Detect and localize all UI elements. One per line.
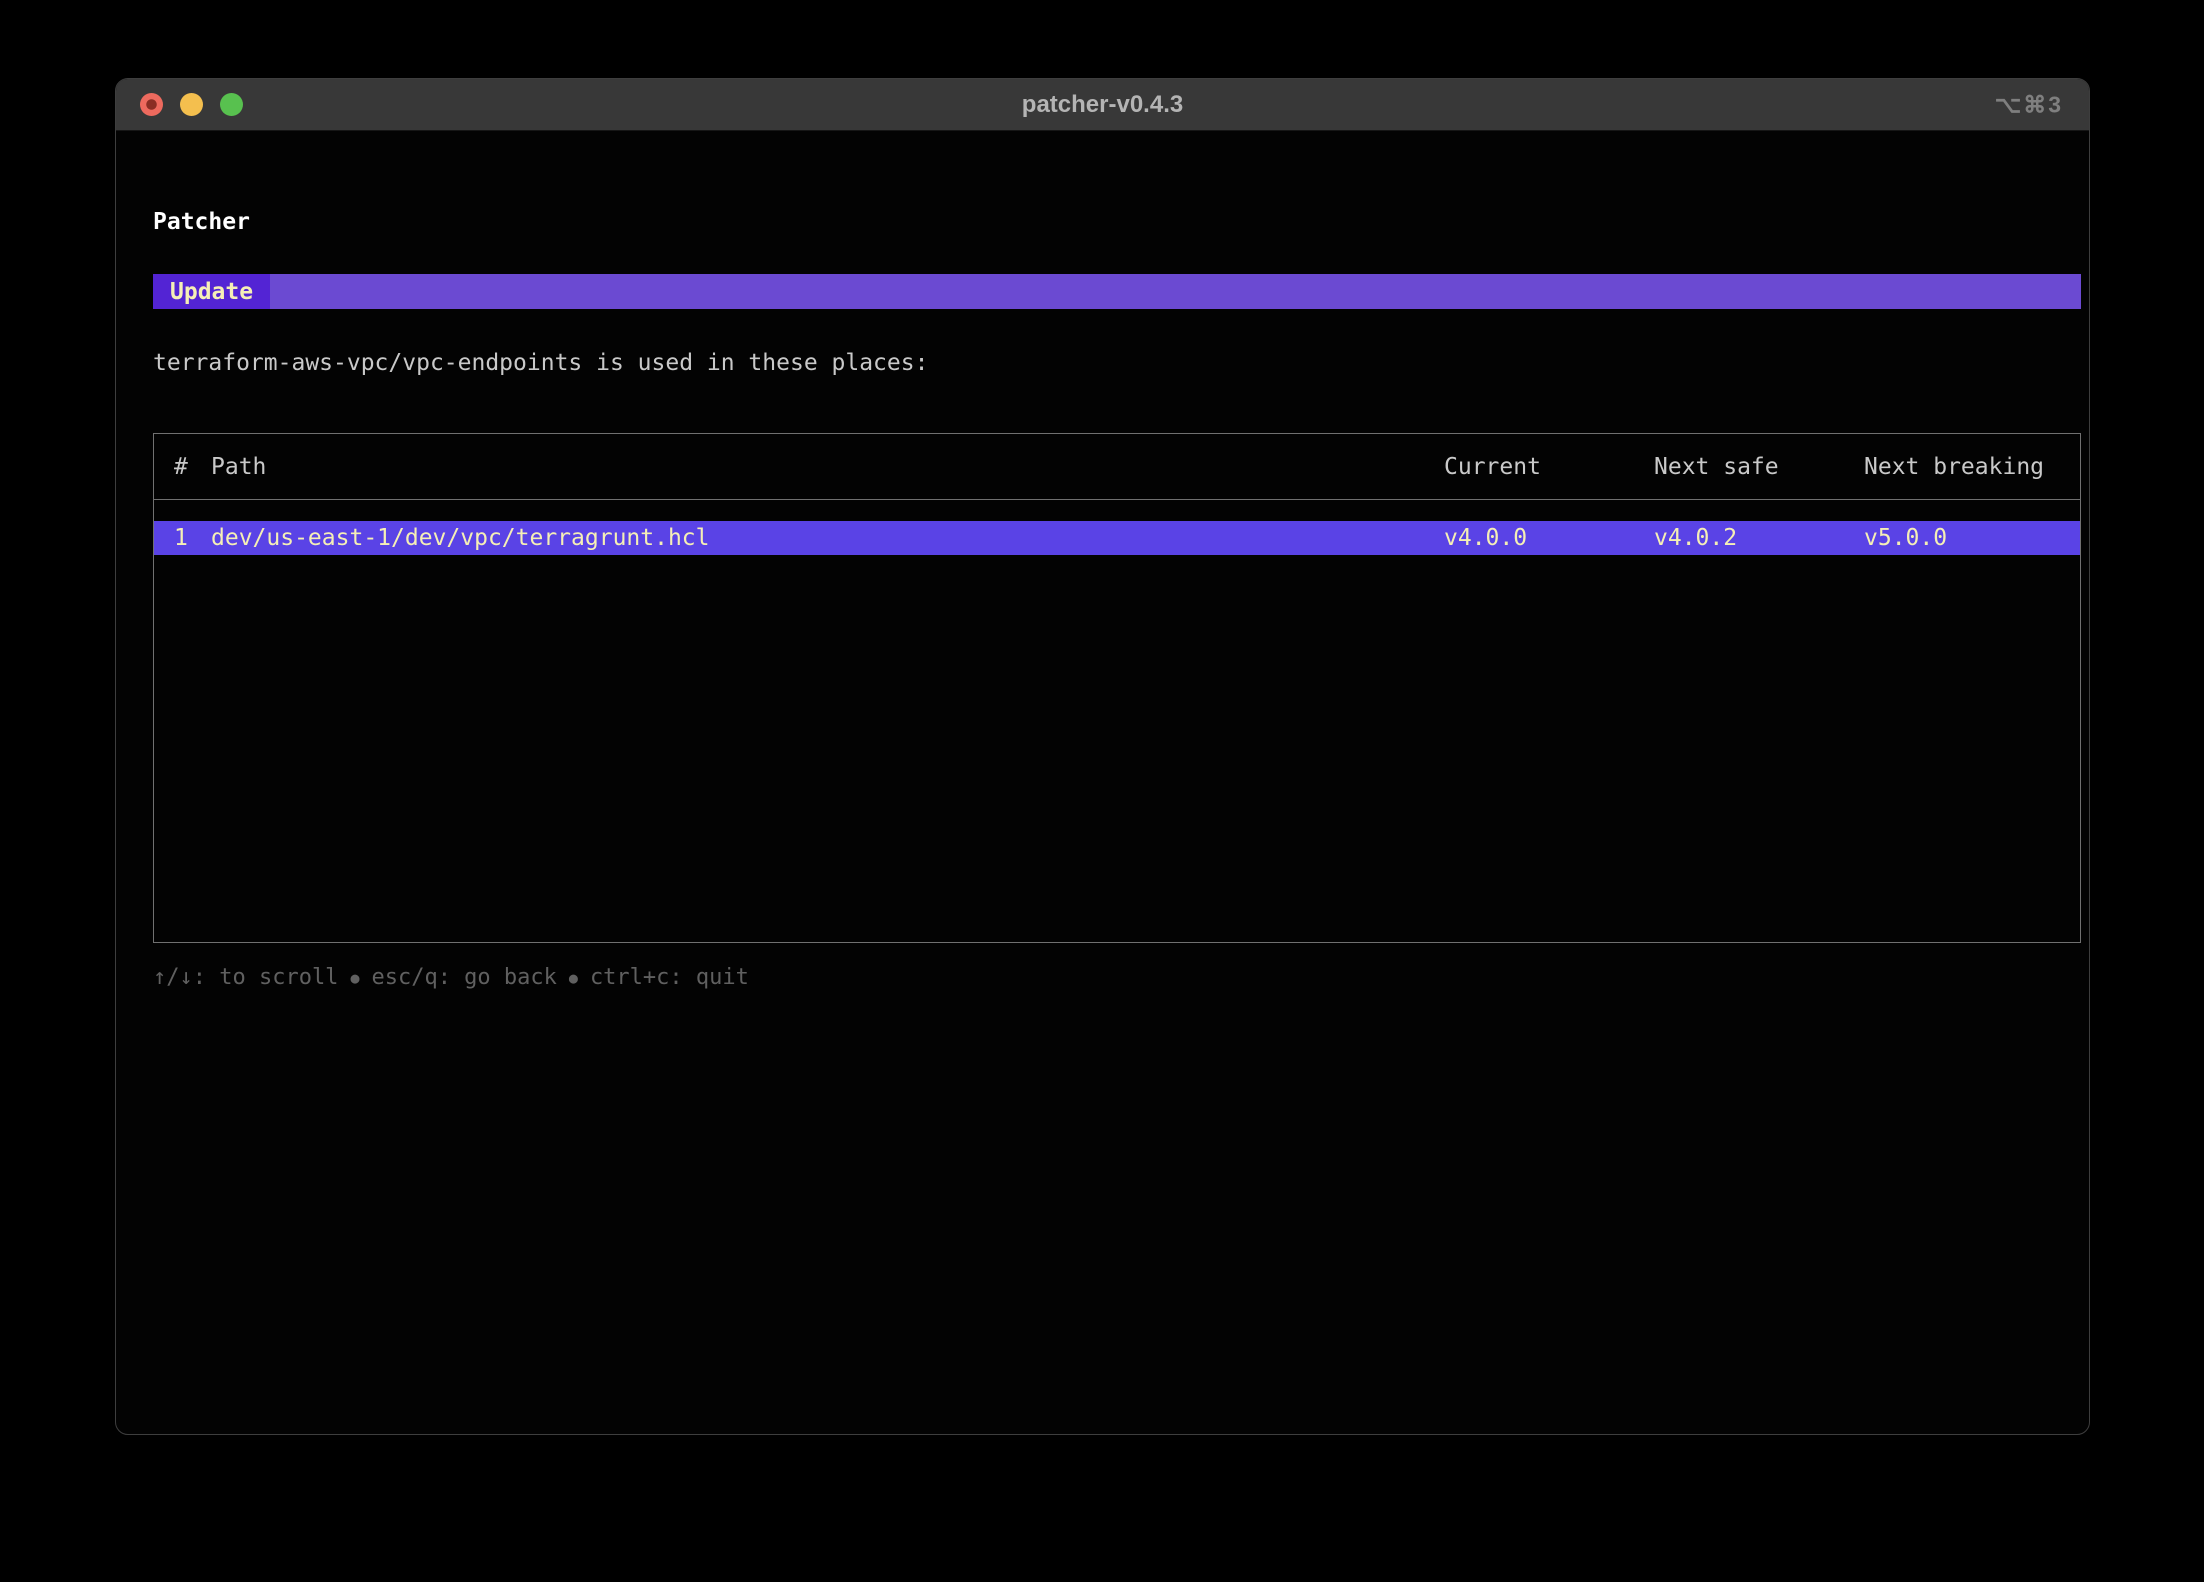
column-header-next_breaking: Next breaking bbox=[1864, 454, 2080, 480]
title-bar[interactable]: patcher-v0.4.3 ⌥⌘3 bbox=[116, 79, 2089, 131]
footer-hints: ↑/↓: to scroll ● esc/q: go back ● ctrl+c: qu… bbox=[153, 965, 2081, 990]
cell-current: v4.0.0 bbox=[1444, 525, 1654, 551]
table-row[interactable]: 1dev/us-east-1/dev/vpc/terragrunt.hclv4.… bbox=[154, 521, 2080, 555]
dot-separator: ● bbox=[350, 969, 359, 987]
usage-table: #PathCurrentNext safeNext breaking 1dev/… bbox=[153, 433, 2081, 943]
usage-intro-text: terraform-aws-vpc/vpc-endpoints is used … bbox=[153, 350, 2081, 376]
minimize-button[interactable] bbox=[180, 93, 203, 116]
footer-hint: ctrl+c: quit bbox=[590, 965, 749, 990]
app-heading: Patcher bbox=[153, 209, 2081, 235]
cell-next_safe: v4.0.2 bbox=[1654, 525, 1864, 551]
column-header-next_safe: Next safe bbox=[1654, 454, 1864, 480]
zoom-button[interactable] bbox=[220, 93, 243, 116]
cell-next_breaking: v5.0.0 bbox=[1864, 525, 2080, 551]
table-body: 1dev/us-east-1/dev/vpc/terragrunt.hclv4.… bbox=[154, 500, 2080, 942]
table-header-row: #PathCurrentNext safeNext breaking bbox=[154, 434, 2080, 500]
traffic-lights bbox=[140, 93, 243, 116]
terminal-content: Patcher Update terraform-aws-vpc/vpc-end… bbox=[116, 209, 2089, 990]
column-header-current: Current bbox=[1444, 454, 1654, 480]
dot-separator: ● bbox=[569, 969, 578, 987]
tab-bar-filler bbox=[270, 274, 2081, 309]
tab-bar: Update bbox=[153, 274, 2081, 309]
window-shortcut-badge: ⌥⌘3 bbox=[1995, 91, 2063, 118]
footer-hint: esc/q: go back bbox=[371, 965, 556, 990]
cell-path: dev/us-east-1/dev/vpc/terragrunt.hcl bbox=[211, 525, 1444, 551]
app-window: patcher-v0.4.3 ⌥⌘3 Patcher Update terraf… bbox=[115, 78, 2090, 1435]
window-title: patcher-v0.4.3 bbox=[1022, 91, 1183, 119]
tab-update[interactable]: Update bbox=[153, 274, 270, 309]
close-button[interactable] bbox=[140, 93, 163, 116]
column-header-path: Path bbox=[211, 454, 1444, 480]
footer-hint: ↑/↓: to scroll bbox=[153, 965, 338, 990]
cell-num: 1 bbox=[154, 525, 211, 551]
column-header-num: # bbox=[154, 454, 211, 480]
